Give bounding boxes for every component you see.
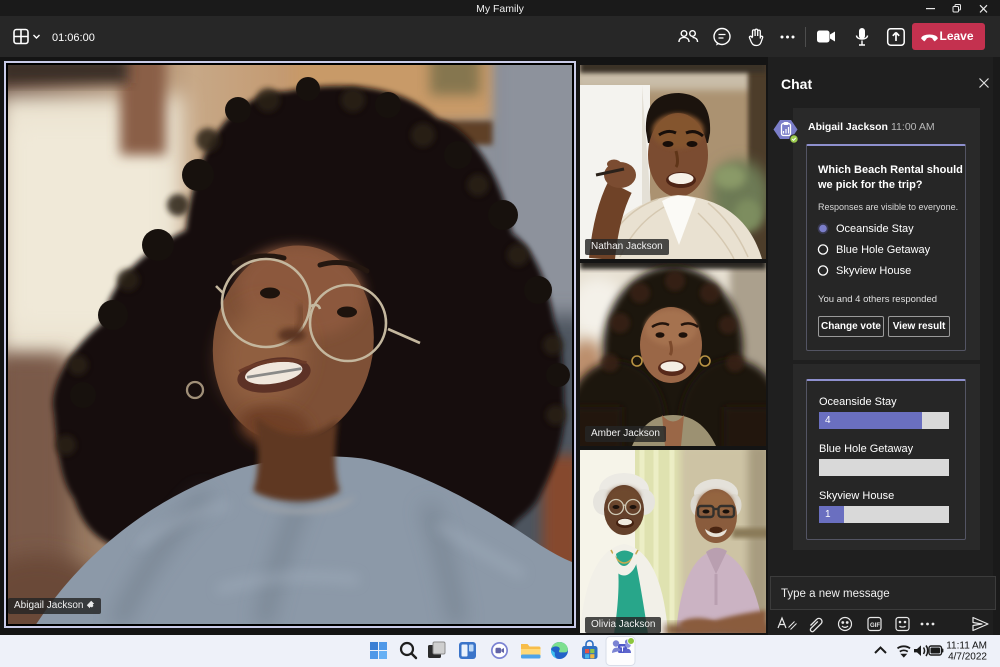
svg-text:4/7/2022: 4/7/2022 <box>948 652 987 663</box>
svg-text:GIF: GIF <box>870 623 880 629</box>
svg-text:11:11 AM: 11:11 AM <box>946 641 987 652</box>
